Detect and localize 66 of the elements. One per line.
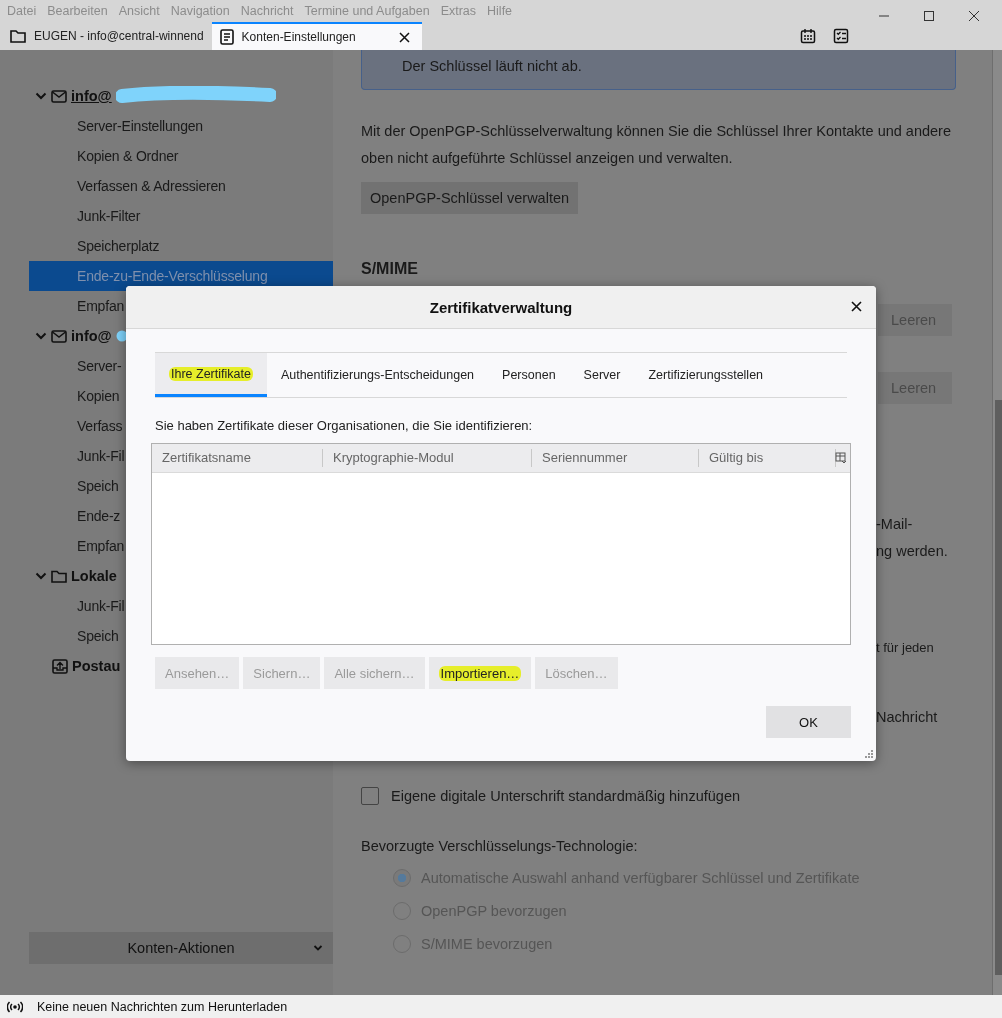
text-fragment: t für jeden <box>876 640 934 655</box>
tab[interactable]: Ihre Zertifikate <box>155 353 267 397</box>
menu-item[interactable]: Navigation <box>170 4 230 18</box>
column-header[interactable]: Kryptographie-Modul <box>323 449 532 467</box>
tab[interactable]: EUGEN - info@central-winnend <box>2 22 212 50</box>
menu-item[interactable]: Nachricht <box>240 4 294 18</box>
sidebar-item[interactable]: Verfassen & Adressieren <box>29 171 333 201</box>
signal-icon <box>7 1000 23 1013</box>
status-text: Keine neuen Nachrichten zum Herunterladen <box>37 999 288 1014</box>
notice-text: Der Schlüssel läuft nicht ab. <box>402 58 582 74</box>
account-actions-button[interactable]: Konten-Aktionen <box>29 932 333 964</box>
chevron-icon[interactable] <box>35 571 47 581</box>
text-fragment: Nachricht <box>876 709 938 725</box>
text-fragment: ng werden. <box>876 543 948 559</box>
sidebar-item[interactable]: Speicherplatz <box>29 231 333 261</box>
close-icon[interactable] <box>968 10 980 22</box>
tab[interactable]: Authentifizierungs-Entscheidungen <box>266 353 489 397</box>
manage-keys-button[interactable]: OpenPGP-Schlüssel verwalten <box>361 182 579 214</box>
menu-item[interactable]: Termine und Aufgaben <box>304 4 430 18</box>
account-name[interactable]: info@ <box>71 88 112 104</box>
checkbox[interactable] <box>361 787 379 805</box>
dialog-title: Zertifikatverwaltung <box>429 298 573 316</box>
menu-item[interactable]: Hilfe <box>487 4 513 18</box>
column-header[interactable]: Seriennummer <box>532 449 699 467</box>
maximize-icon[interactable] <box>923 10 935 22</box>
document-icon <box>219 29 234 45</box>
account-name[interactable]: info@ <box>71 328 112 344</box>
tab[interactable]: Konten-Einstellungen <box>211 22 422 50</box>
folder-icon <box>10 29 26 43</box>
menu-item[interactable]: Extras <box>440 4 477 18</box>
ok-button[interactable]: OK <box>766 706 851 738</box>
tab[interactable]: Server <box>569 353 635 397</box>
column-header[interactable]: Gültig bis <box>699 449 836 467</box>
chevron-icon[interactable] <box>35 331 47 341</box>
dialog-button[interactable]: Importieren… <box>428 657 532 689</box>
task-list-icon[interactable] <box>833 28 849 44</box>
menu-item[interactable]: Bearbeiten <box>47 4 108 18</box>
account-name[interactable]: Lokale <box>71 568 117 584</box>
menu-item[interactable]: Ansicht <box>118 4 160 18</box>
sidebar-item[interactable]: Kopien & Ordner <box>29 141 333 171</box>
column-header[interactable]: Zertifikatsname <box>152 449 323 467</box>
paragraph: Mit der OpenPGP-Schlüsselverwaltung können Sie die Schlüssel Ihrer Kontakte und andere oben nicht aufgeführte Schlüssel anzeigen und verwalten. <box>361 122 952 168</box>
folder-icon <box>51 569 67 583</box>
envelope-icon <box>51 89 67 103</box>
close-icon[interactable] <box>398 31 410 43</box>
chevron-icon <box>313 944 323 952</box>
calendar-icon[interactable] <box>800 28 816 44</box>
tab[interactable]: Personen <box>488 353 570 397</box>
chevron-icon[interactable] <box>35 91 47 101</box>
checkbox-label: Eigene digitale Unterschrift standardmäßig hinzufügen <box>391 788 740 804</box>
tab[interactable]: Zertifizierungsstellen <box>634 353 778 397</box>
column-picker-icon[interactable] <box>835 452 847 464</box>
resize-grip-icon[interactable] <box>865 750 873 758</box>
close-icon[interactable] <box>851 301 862 312</box>
description: Sie haben Zertifikate dieser Organisationen, die Sie identifizieren: <box>155 418 534 433</box>
section-heading: S/MIME <box>361 260 419 278</box>
account-name[interactable]: Postau <box>72 658 121 674</box>
text-fragment: -Mail- <box>876 516 913 532</box>
sidebar-item[interactable]: Junk-Filter <box>29 201 333 231</box>
sidebar-item[interactable]: Server-Einstellungen <box>29 111 333 141</box>
radio-button[interactable] <box>393 869 411 887</box>
menu-item[interactable]: Datei <box>7 4 37 18</box>
envelope-icon <box>51 329 67 343</box>
outbox-icon <box>52 658 68 674</box>
section-label: Bevorzugte Verschlüsselungs-Technologie: <box>361 838 639 854</box>
sidebar-item[interactable]: Ende-zu-Ende-Verschlüsselung <box>29 261 333 291</box>
